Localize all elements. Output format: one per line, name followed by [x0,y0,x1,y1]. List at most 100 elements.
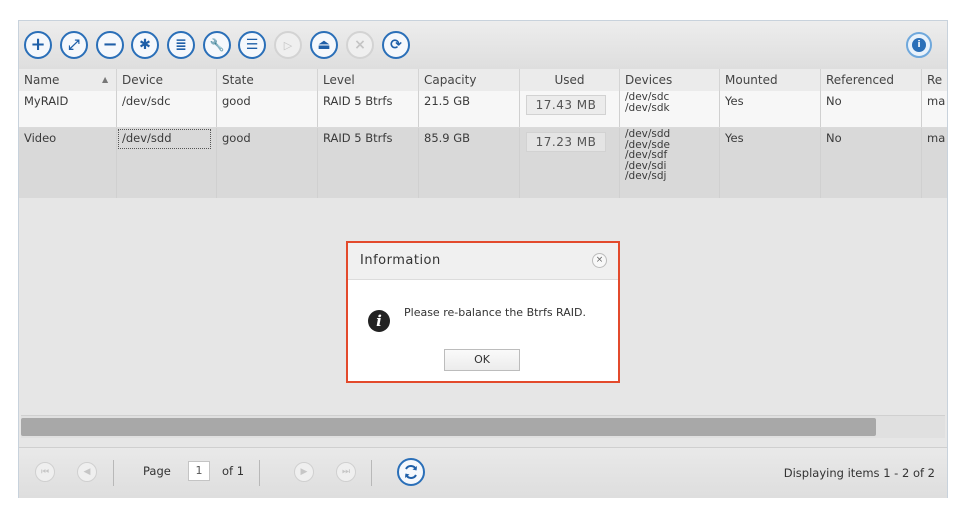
cell-used: 17.43 MB [520,91,620,127]
dialog-title: Information [360,253,441,268]
cell-capacity: 21.5 GB [419,91,520,127]
cell-level: RAID 5 Btrfs [318,128,419,198]
toolbar: + ⤢ − ✱ ≣ 🔧 ☰ ▷ ⏏ × ⟳ i [19,21,947,70]
prev-page-icon: ◀ [83,467,91,477]
column-label: Capacity [424,73,477,87]
column-label: Referenced [826,73,895,87]
remove-button[interactable]: − [96,31,124,59]
column-header-referenced[interactable]: Referenced [821,69,922,91]
cell-name: MyRAID [19,91,117,127]
refresh-icon [405,465,417,479]
grid-header: Name ▲ Device State Level Capacity Used … [19,69,947,92]
information-dialog: Information × i Please re-balance the Bt… [346,241,620,383]
column-header-devices[interactable]: Devices [620,69,720,91]
cell-re: ma [927,94,946,108]
recover-icon: ✱ [139,37,151,53]
device-path: /dev/sdc [625,91,670,103]
next-page-button[interactable]: ▶ [294,462,314,482]
add-icon: + [30,34,46,55]
expand-icon: ⤢ [68,37,80,53]
column-label: State [222,73,254,87]
cell-capacity: 85.9 GB [419,128,520,198]
column-header-device[interactable]: Device [117,69,217,91]
cell-device: /dev/sdc [117,91,217,127]
cell-state: good [217,128,318,198]
cell-name: Video [19,128,117,198]
help-button[interactable]: i [906,32,932,58]
cell-devices: /dev/sdc /dev/sdk [620,91,720,127]
ok-button[interactable]: OK [444,349,520,371]
last-page-button[interactable]: ⏭ [336,462,356,482]
table-row[interactable]: MyRAID /dev/sdc good RAID 5 Btrfs 21.5 G… [19,91,947,128]
info-icon: i [912,38,926,52]
play-icon: ▷ [283,38,293,52]
column-header-used[interactable]: Used [520,69,620,91]
add-button[interactable]: + [24,31,52,59]
column-header-mounted[interactable]: Mounted [720,69,821,91]
used-value: 17.43 MB [526,95,606,115]
play-button[interactable]: ▷ [274,31,302,59]
separator [113,460,114,486]
column-label: Mounted [725,73,778,87]
refresh-button[interactable] [397,458,425,486]
column-header-re[interactable]: Re [922,69,947,91]
device-path: /dev/sdk [625,101,670,114]
sort-up-icon: ▲ [102,75,109,84]
column-label: Level [323,73,355,87]
storage-button[interactable]: ≣ [167,31,195,59]
settings-button[interactable]: 🔧 [203,31,231,59]
page-label: Page [143,464,171,478]
cell-mounted: Yes [720,128,821,198]
scrollbar-thumb[interactable] [21,418,876,436]
details-button[interactable]: ☰ [238,31,266,59]
cell-used: 17.23 MB [520,128,620,198]
horizontal-scrollbar[interactable] [21,415,945,438]
dialog-close-button[interactable]: × [592,253,607,268]
close-button[interactable]: × [346,31,374,59]
device-path: /dev/sdd [625,128,671,140]
first-page-icon: ⏮ [40,467,50,477]
separator [371,460,372,486]
eject-icon: ⏏ [317,37,331,53]
display-info: Displaying items 1 - 2 of 2 [783,466,935,480]
page-number-input[interactable]: 1 [188,461,210,481]
details-icon: ☰ [245,37,259,53]
column-header-state[interactable]: State [217,69,318,91]
recover-button[interactable]: ✱ [131,31,159,59]
eject-button[interactable]: ⏏ [310,31,338,59]
sync-button[interactable]: ⟳ [382,31,410,59]
column-header-level[interactable]: Level [318,69,419,91]
cell-referenced: No [821,128,922,198]
cell-device: /dev/sdd [117,128,217,198]
expand-button[interactable]: ⤢ [60,31,88,59]
close-icon: × [354,37,366,53]
dialog-message: Please re-balance the Btrfs RAID. [404,306,586,319]
column-label: Devices [625,73,673,87]
next-page-icon: ▶ [300,467,308,477]
last-page-icon: ⏭ [341,467,351,477]
close-icon: × [595,255,604,265]
paging-toolbar: ⏮ ◀ Page 1 of 1 ▶ ⏭ Displaying items 1 -… [19,447,947,498]
sync-icon: ⟳ [390,37,402,53]
remove-icon: − [102,34,118,55]
cell-mounted: Yes [720,91,821,127]
separator [259,460,260,486]
prev-page-button[interactable]: ◀ [77,462,97,482]
used-value: 17.23 MB [526,132,606,152]
device-path: /dev/sdj [625,170,667,182]
cell-state: good [217,91,318,127]
column-header-capacity[interactable]: Capacity [419,69,520,91]
page-count-label: of 1 [222,464,245,478]
dialog-header: Information × [348,243,618,280]
column-label: Re [927,73,943,87]
column-label: Used [554,73,585,87]
cell-re: ma [927,131,946,145]
cell-focus-outline [118,129,211,149]
first-page-button[interactable]: ⏮ [35,462,55,482]
cell-level: RAID 5 Btrfs [318,91,419,127]
table-row[interactable]: Video /dev/sdd good RAID 5 Btrfs 85.9 GB… [19,128,947,198]
column-label: Name [24,73,60,87]
cell-referenced: No [821,91,922,127]
column-header-name[interactable]: Name ▲ [19,69,117,91]
info-icon: i [368,310,390,332]
